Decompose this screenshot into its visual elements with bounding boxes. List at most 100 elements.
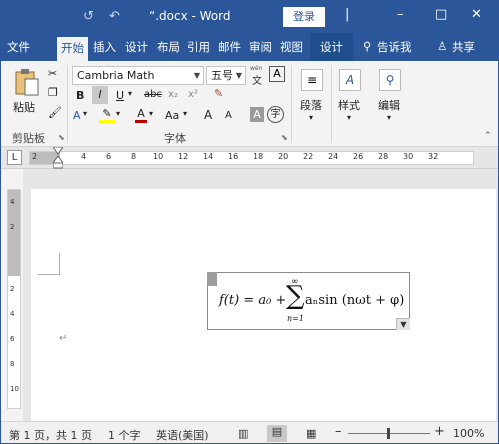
print-layout-icon[interactable]: ▤ xyxy=(267,425,287,442)
tab-layout[interactable]: 布局 xyxy=(157,39,180,55)
strikethrough-button[interactable]: abc xyxy=(144,89,162,100)
ruler-tick: 4 xyxy=(10,310,15,318)
undo-icon[interactable]: ↶ xyxy=(109,9,120,24)
tab-tell-me[interactable]: 告诉我 xyxy=(377,39,412,55)
ruler-row: L 2 4 6 8 10 12 14 16 18 20 22 24 26 28 … xyxy=(1,147,498,169)
ruler-tick: 24 xyxy=(328,152,339,161)
vertical-ruler[interactable]: 4 2 2 4 6 8 10 xyxy=(7,189,21,409)
copy-icon[interactable]: ❐ xyxy=(48,86,58,99)
minimize-icon[interactable]: – xyxy=(397,7,404,22)
close-icon[interactable]: ✕ xyxy=(471,7,482,22)
clipboard-launcher-icon[interactable]: ⬊ xyxy=(58,133,65,142)
phonetic-guide-pinyin[interactable]: wén xyxy=(250,65,262,72)
zoom-slider-thumb[interactable] xyxy=(387,428,390,439)
ruler-tick: 6 xyxy=(106,152,112,161)
styles-icon[interactable]: A xyxy=(339,69,361,91)
chevron-down-icon[interactable]: ▾ xyxy=(387,113,391,122)
clear-formatting-icon[interactable]: ✎ xyxy=(214,87,223,100)
search-icon[interactable]: ⚲ xyxy=(363,39,371,53)
ruler-tick: 32 xyxy=(428,152,439,161)
styles-button[interactable]: 样式 xyxy=(338,97,360,113)
italic-button[interactable]: I xyxy=(92,86,108,104)
ruler-tick: 30 xyxy=(403,152,414,161)
ruler-tick: 10 xyxy=(153,152,164,161)
chevron-down-icon[interactable]: ▾ xyxy=(183,109,187,118)
paste-button[interactable]: 粘贴 xyxy=(13,99,35,115)
chevron-down-icon: ▼ xyxy=(235,71,242,80)
chevron-down-icon[interactable]: ▾ xyxy=(149,109,153,118)
login-button[interactable]: 登录 xyxy=(283,7,325,27)
ruler-tick: 4 xyxy=(10,198,15,206)
chevron-down-icon[interactable]: ▾ xyxy=(309,113,313,122)
editing-button[interactable]: 编辑 xyxy=(378,97,400,113)
tab-insert[interactable]: 插入 xyxy=(93,39,116,55)
find-icon[interactable]: ⚲ xyxy=(379,69,401,91)
zoom-out-button[interactable]: – xyxy=(335,424,342,439)
tab-review[interactable]: 审阅 xyxy=(249,39,272,55)
font-size-select[interactable]: 五号 ▼ xyxy=(206,66,246,85)
read-mode-icon[interactable]: ▥ xyxy=(238,427,248,440)
language-indicator[interactable]: 英语(美国) xyxy=(156,427,209,443)
format-painter-icon[interactable]: 🖌 xyxy=(48,106,62,119)
text-effects-icon[interactable]: A xyxy=(73,109,81,122)
equation-lhs: f(t) = a₀ + xyxy=(219,293,287,308)
ruler-tick: 8 xyxy=(10,360,15,368)
restore-icon[interactable]: | xyxy=(345,7,349,22)
word-count[interactable]: 1 个字 xyxy=(108,427,141,443)
font-color-button[interactable]: A xyxy=(135,107,147,123)
collapse-ribbon-icon[interactable]: ⌃ xyxy=(484,131,492,141)
ribbon-tabs: 文件 开始 插入 设计 布局 引用 邮件 审阅 视图 设计 ⚲ 告诉我 ♙ 共享 xyxy=(1,33,498,62)
tab-design[interactable]: 设计 xyxy=(125,39,148,55)
ruler-tick: 14 xyxy=(203,152,214,161)
divider xyxy=(67,65,68,143)
paragraph-icon[interactable]: ≡ xyxy=(301,69,323,91)
chevron-down-icon[interactable]: ▾ xyxy=(116,109,120,118)
tab-mailings[interactable]: 邮件 xyxy=(218,39,241,55)
tab-home[interactable]: 开始 xyxy=(57,37,88,62)
maximize-icon[interactable]: □ xyxy=(435,7,447,22)
chevron-down-icon[interactable]: ▾ xyxy=(347,113,351,122)
tab-equation-design[interactable]: 设计 xyxy=(310,33,353,61)
zoom-level[interactable]: 100% xyxy=(453,427,484,440)
share-icon[interactable]: ♙ xyxy=(437,39,447,53)
window-title: “.docx - Word xyxy=(149,9,231,23)
web-layout-icon[interactable]: ▦ xyxy=(306,427,316,440)
autosave-icon[interactable]: ↺ xyxy=(83,9,94,24)
font-launcher-icon[interactable]: ⬊ xyxy=(281,133,288,142)
ruler-tick: 8 xyxy=(131,152,137,161)
subscript-button[interactable]: x₂ xyxy=(168,89,178,100)
title-bar: ↺ ↶ “.docx - Word 登录 | – □ ✕ xyxy=(1,1,498,33)
chevron-down-icon[interactable]: ▾ xyxy=(128,89,132,98)
char-shading-button[interactable]: A xyxy=(250,107,264,122)
ruler-tick: 28 xyxy=(378,152,389,161)
enclose-characters-button[interactable]: 字 xyxy=(267,106,284,123)
horizontal-ruler[interactable]: 2 4 6 8 10 12 14 16 18 20 22 24 26 28 30… xyxy=(29,151,474,165)
tab-file[interactable]: 文件 xyxy=(7,39,30,55)
superscript-button[interactable]: x² xyxy=(188,89,198,100)
enclose-char-button[interactable]: A xyxy=(269,66,285,82)
grow-font-button[interactable]: A xyxy=(204,108,212,122)
change-case-button[interactable]: Aa xyxy=(165,109,179,122)
font-name-select[interactable]: Cambria Math ▼ xyxy=(72,66,204,85)
equation-handle[interactable] xyxy=(207,272,217,286)
shrink-font-button[interactable]: A xyxy=(225,110,232,121)
tab-view[interactable]: 视图 xyxy=(280,39,303,55)
tab-share[interactable]: 共享 xyxy=(452,39,475,55)
ruler-tick: 22 xyxy=(303,152,314,161)
underline-button[interactable]: U xyxy=(116,89,124,102)
equation-options-button[interactable]: ▼ xyxy=(396,318,410,330)
highlight-icon[interactable]: ✎ xyxy=(99,107,115,123)
phonetic-guide-button[interactable]: 文 xyxy=(252,72,262,87)
zoom-in-button[interactable]: + xyxy=(434,424,445,439)
tab-selector[interactable]: L xyxy=(7,150,22,165)
tab-references[interactable]: 引用 xyxy=(187,39,210,55)
page-count[interactable]: 第 1 页，共 1 页 xyxy=(9,427,92,443)
ruler-tick: 4 xyxy=(81,152,87,161)
paste-icon[interactable] xyxy=(13,67,41,97)
indent-marker[interactable] xyxy=(53,147,63,169)
paragraph-button[interactable]: 段落 xyxy=(300,97,322,113)
chevron-down-icon[interactable]: ▾ xyxy=(83,109,87,118)
bold-button[interactable]: B xyxy=(76,89,84,102)
font-group-label: 字体 xyxy=(164,132,186,145)
cut-icon[interactable]: ✂ xyxy=(48,67,57,80)
